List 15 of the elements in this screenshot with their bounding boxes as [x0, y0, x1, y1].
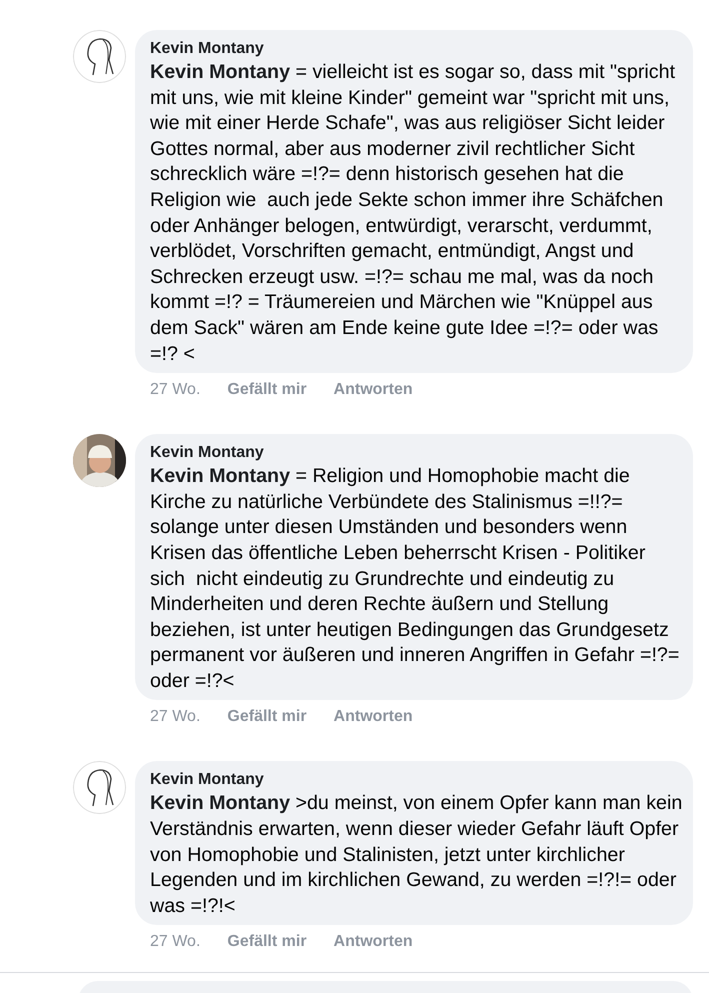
- reply-link[interactable]: Antworten: [334, 378, 413, 402]
- author-name[interactable]: Kevin Montany: [150, 38, 685, 60]
- reply-link[interactable]: Antworten: [334, 705, 413, 730]
- reply-link[interactable]: Antworten: [334, 930, 413, 954]
- timestamp: 27 Wo.: [150, 380, 200, 400]
- author-name[interactable]: Kevin Montany: [150, 442, 685, 464]
- comment-text: Kevin Montany = Religion und Homophobie macht die Kirche zu natürliche Verbündete des Stalinismus =!!?= solange unter diesen Umständen und besonders wenn Krisen das öffentliche Leben beherrscht Krisen - Politiker sich nicht eindeutig zu Grundrechte und eindeutig zu Minderheiten und deren Rechte äußern und Stellung beziehen, ist unter heutigen Bedingungen das Grundgesetz permanent vor äußeren und inneren Angriffen in Gefahr =!?= oder =!?<: [150, 464, 680, 694]
- like-link[interactable]: Gefällt mir: [227, 705, 307, 730]
- comment-text: Kevin Montany >du meinst, von einem Opfer kann man kein Verständnis erwarten, wenn dieser wieder Gefahr läuft Opfer von Homophobie und Stalinisten, jetzt unter kirchlicher Legenden und im kirchlichen Gewand, zu werden =!?!= oder was =!?!<: [150, 791, 684, 919]
- timestamp: 27 Wo.: [150, 932, 200, 952]
- like-link[interactable]: Gefällt mir: [227, 930, 307, 954]
- like-link[interactable]: Gefällt mir: [227, 378, 307, 402]
- timestamp: 27 Wo.: [150, 707, 200, 728]
- author-name[interactable]: Kevin Montany: [150, 769, 685, 792]
- comment-text: Kevin Montany = vielleicht ist es sogar so, dass mit "spricht mit uns, wie mit kleine Kinder" gemeint war "spricht mit uns, wie mit einer Herde Schafe", was aus religiöser Sicht leider Gottes normal, aber aus moderner zivil rechtlicher Sicht schrecklich wäre =!?= denn historisch gesehen hat die Religion wie auch jede Sekte schon immer ihre Schäfchen oder Anhänger belogen, entwürdigt, verarscht, verdummt, verblödet, Vorschriften gemacht, entmündigt, Angst und Schrecken erzeugt usw. =!?= schau me mal, was da noch kommt =!? = Träumereien und Märchen wie "Knüppel aus dem Sack" wären am Ende keine gute Idee =!?= oder was =!? <: [150, 60, 676, 367]
